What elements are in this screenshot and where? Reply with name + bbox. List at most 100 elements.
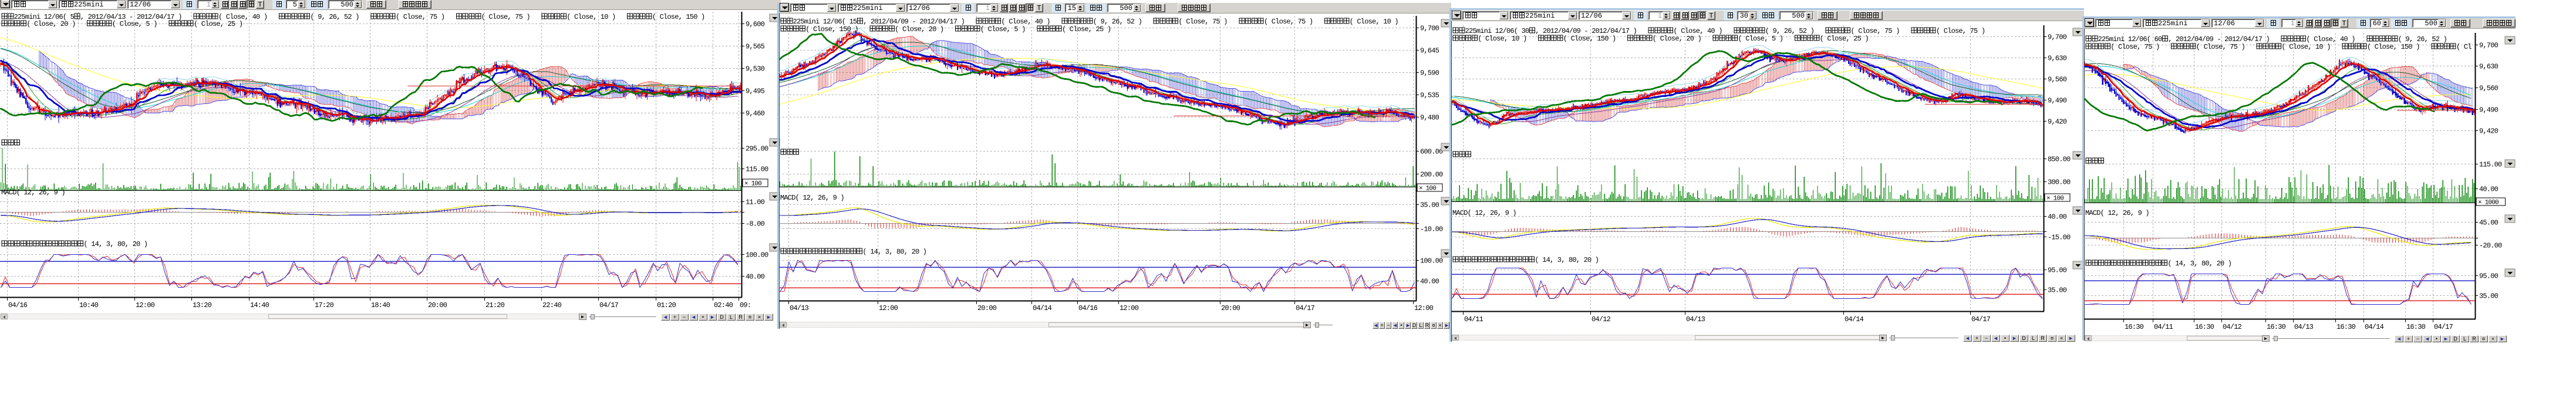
- svg-text:300.00: 300.00: [2048, 178, 2071, 187]
- svg-text:( Close, 25 ): ( Close, 25 ): [1062, 25, 1111, 33]
- svg-text:( Close, 10 ): ( Close, 10 ): [2281, 43, 2330, 51]
- svg-text:04/11: 04/11: [1464, 315, 1483, 324]
- svg-text:9,420: 9,420: [2479, 127, 2499, 136]
- svg-text:20:00: 20:00: [1221, 304, 1240, 312]
- svg-text:40.00: 40.00: [746, 273, 765, 281]
- svg-text:04/16: 04/16: [1078, 304, 1098, 312]
- svg-text:( Close, 75 ): ( Close, 75 ): [1936, 27, 1985, 35]
- svg-text:21:20: 21:20: [485, 301, 505, 309]
- svg-text:04/17: 04/17: [1296, 304, 1315, 312]
- svg-text:295.00: 295.00: [746, 145, 768, 153]
- svg-text:( Close, 75 ): ( Close, 75 ): [2196, 43, 2245, 51]
- svg-text:04/14: 04/14: [1033, 304, 1052, 312]
- svg-text:, 2012/04/09 - 2012/04/17 ): , 2012/04/09 - 2012/04/17 ): [2168, 35, 2270, 43]
- svg-text:600.00: 600.00: [1420, 148, 1443, 156]
- svg-text:MACD( 12, 26, 9 ): MACD( 12, 26, 9 ): [780, 194, 844, 202]
- svg-text:04/17: 04/17: [2434, 323, 2453, 331]
- svg-text:9,460: 9,460: [746, 110, 765, 118]
- svg-text:( Close, 25 ): ( Close, 25 ): [194, 20, 242, 28]
- svg-text:12:00: 12:00: [879, 304, 898, 312]
- svg-text:13:20: 13:20: [193, 301, 212, 309]
- svg-text:35.00: 35.00: [1420, 201, 1439, 210]
- svg-text:9,490: 9,490: [2479, 106, 2499, 114]
- svg-text:16:30: 16:30: [2336, 323, 2356, 331]
- svg-text:9,600: 9,600: [746, 21, 765, 29]
- svg-text:225mini 12/06( 60: 225mini 12/06( 60: [2098, 35, 2162, 43]
- svg-text:17:20: 17:20: [315, 301, 334, 309]
- svg-text:9,700: 9,700: [2479, 42, 2499, 50]
- svg-text:04/12: 04/12: [2223, 323, 2242, 331]
- svg-text:( Close, 20 ): ( Close, 20 ): [26, 20, 75, 28]
- svg-text:04/14: 04/14: [1845, 315, 1864, 324]
- svg-text:04/14: 04/14: [2365, 323, 2384, 331]
- svg-text:× 100: × 100: [1419, 186, 1436, 193]
- svg-text:9,645: 9,645: [1420, 47, 1439, 55]
- svg-text:-20.00: -20.00: [2479, 242, 2502, 250]
- svg-text:( 14, 3, 80, 20 ): ( 14, 3, 80, 20 ): [2167, 260, 2231, 268]
- svg-text:9,565: 9,565: [746, 43, 765, 51]
- svg-text:( Close, 10 ): ( Close, 10 ): [1478, 35, 1526, 43]
- svg-text:04/13: 04/13: [1686, 315, 1705, 324]
- svg-text:MACD( 12, 26, 9 ): MACD( 12, 26, 9 ): [2085, 209, 2149, 217]
- svg-text:( 9, 26, 52 ): ( 9, 26, 52 ): [2398, 35, 2447, 43]
- svg-text:04/13: 04/13: [2294, 323, 2314, 331]
- svg-text:9,700: 9,700: [2048, 33, 2067, 42]
- svg-text:, 2012/04/09 - 2012/04/17 ): , 2012/04/09 - 2012/04/17 ): [863, 18, 965, 26]
- svg-text:MACD( 12, 26, 9 ): MACD( 12, 26, 9 ): [1452, 209, 1516, 217]
- svg-text:( 9, 26, 52 ): ( 9, 26, 52 ): [1765, 27, 1814, 35]
- svg-text:( Close, 40 ): ( Close, 40 ): [2306, 35, 2355, 43]
- svg-text:02:40: 02:40: [714, 301, 733, 309]
- svg-text:( 9, 26, 52 ): ( 9, 26, 52 ): [310, 13, 359, 21]
- svg-text:-8.00: -8.00: [746, 220, 765, 228]
- svg-text:( Close, 5 ): ( Close, 5 ): [1738, 35, 1783, 43]
- svg-text:9,480: 9,480: [1420, 114, 1439, 122]
- svg-text:( Close, 75 ): ( Close, 75 ): [1178, 18, 1227, 26]
- svg-text:MACD( 12, 26, 9 ): MACD( 12, 26, 9 ): [1, 188, 65, 197]
- svg-text:14:40: 14:40: [250, 301, 269, 309]
- svg-text:× 1000: × 1000: [2478, 200, 2499, 207]
- svg-text:( Close, 25 ): ( Close, 25 ): [1820, 35, 1869, 43]
- svg-text:( Close, 75 ): ( Close, 75 ): [1264, 18, 1313, 26]
- svg-text:( Close, 5 ): ( Close, 5 ): [112, 20, 157, 28]
- svg-text:35.00: 35.00: [2479, 292, 2499, 301]
- svg-text:115.00: 115.00: [2479, 161, 2502, 169]
- svg-text:12:00: 12:00: [136, 301, 155, 309]
- svg-text:9,490: 9,490: [2048, 97, 2067, 105]
- svg-text:( Close, 5 ): ( Close, 5 ): [980, 25, 1026, 33]
- svg-text:11.00: 11.00: [746, 198, 765, 207]
- svg-text:04/16: 04/16: [8, 301, 28, 309]
- svg-text:, 2012/04/09 - 2012/04/17 ): , 2012/04/09 - 2012/04/17 ): [1535, 27, 1637, 35]
- svg-text:200.00: 200.00: [1420, 171, 1443, 179]
- svg-text:( Close, 75 ): ( Close, 75 ): [2110, 43, 2159, 51]
- svg-text:( Close, 75 ): ( Close, 75 ): [481, 13, 530, 21]
- svg-text:9,630: 9,630: [2479, 63, 2499, 71]
- svg-text:( Close, 10 ): ( Close, 10 ): [567, 13, 615, 21]
- svg-text:04/13: 04/13: [790, 304, 809, 312]
- svg-text:9,700: 9,700: [1420, 25, 1439, 33]
- svg-text:850.00: 850.00: [2048, 156, 2071, 164]
- svg-text:04/11: 04/11: [2154, 323, 2173, 331]
- svg-text:12:00: 12:00: [1414, 304, 1434, 312]
- svg-text:35.00: 35.00: [2048, 287, 2067, 295]
- svg-text:04/17: 04/17: [1971, 315, 1991, 324]
- svg-text:100.00: 100.00: [746, 251, 768, 260]
- svg-text:( Close, 20 ): ( Close, 20 ): [1653, 35, 1701, 43]
- svg-text:225mini 12/06( 30: 225mini 12/06( 30: [1465, 27, 1529, 35]
- svg-text:( 9, 26, 52 ): ( 9, 26, 52 ): [1093, 18, 1142, 26]
- svg-text:× 100: × 100: [2046, 196, 2064, 203]
- svg-text:( Close, 75 ): ( Close, 75 ): [1850, 27, 1899, 35]
- svg-text:( Close, 150 ): ( Close, 150 ): [652, 13, 705, 21]
- svg-text:20:00: 20:00: [977, 304, 997, 312]
- svg-text:( Close, 75 ): ( Close, 75 ): [396, 13, 444, 21]
- svg-text:115.00: 115.00: [746, 166, 768, 174]
- svg-text:22:40: 22:40: [542, 301, 562, 309]
- svg-text:40.00: 40.00: [1420, 278, 1439, 286]
- svg-text:18:40: 18:40: [371, 301, 390, 309]
- svg-text:( Close, 150 ): ( Close, 150 ): [805, 25, 858, 33]
- svg-text:( 14, 3, 80, 20 ): ( 14, 3, 80, 20 ): [862, 248, 926, 256]
- svg-text:( 14, 3, 80, 20 ): ( 14, 3, 80, 20 ): [1535, 256, 1599, 264]
- svg-text:( Close, 10 ): ( Close, 10 ): [1350, 18, 1398, 26]
- svg-text:-15.00: -15.00: [2048, 234, 2071, 242]
- svg-text:40.00: 40.00: [2048, 213, 2067, 221]
- svg-text:9,420: 9,420: [2048, 118, 2067, 126]
